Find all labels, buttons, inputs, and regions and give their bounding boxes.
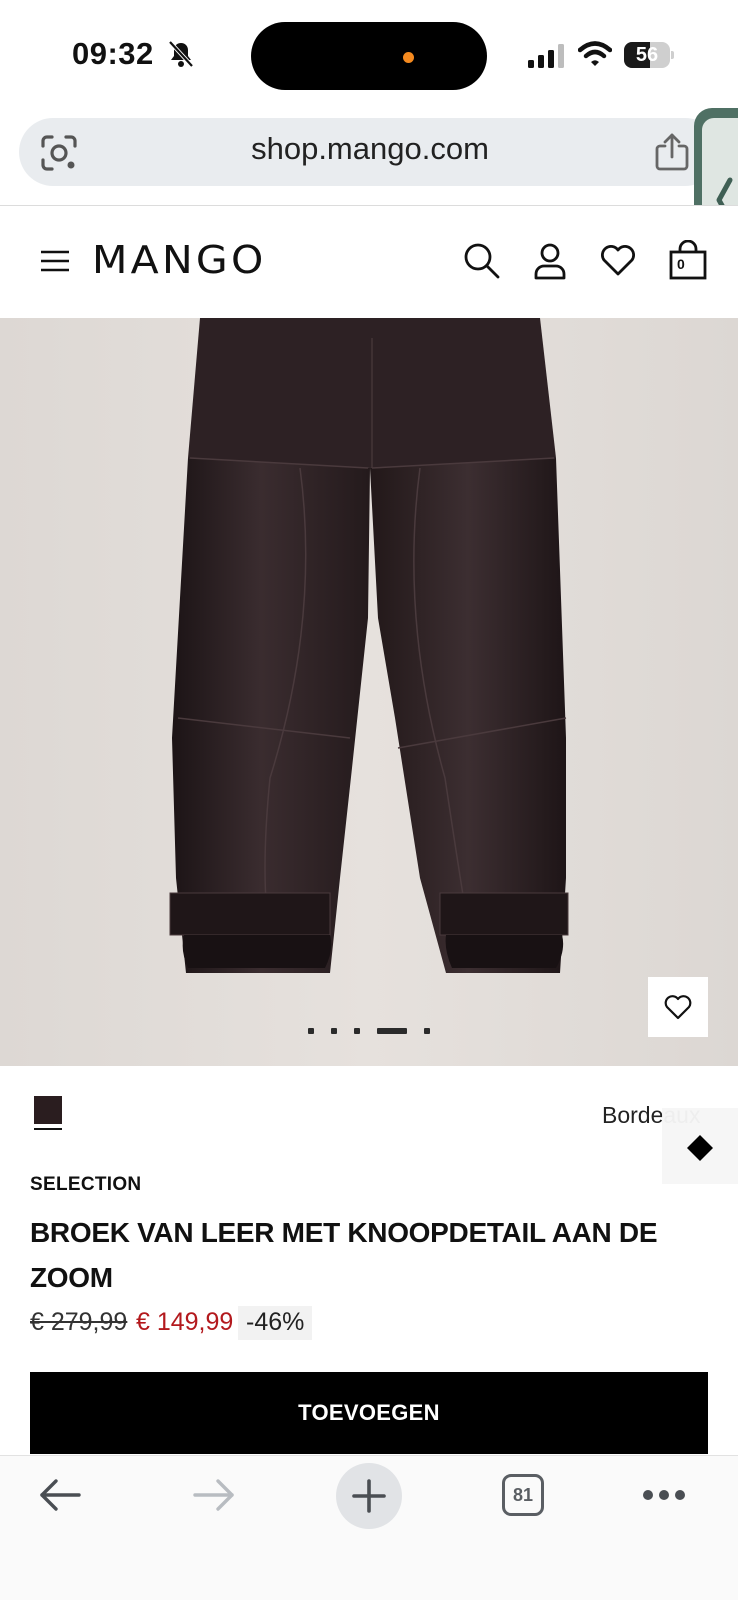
signal-icon xyxy=(528,44,564,68)
lens-icon[interactable] xyxy=(40,134,78,172)
product-title: BROEK VAN LEER MET KNOOPDETAIL AAN DE ZO… xyxy=(30,1217,658,1293)
product-line: SELECTION xyxy=(30,1174,142,1195)
bell-slash-icon xyxy=(168,40,194,68)
product-image[interactable] xyxy=(0,318,738,1066)
dynamic-island xyxy=(251,22,487,90)
carousel-dot[interactable] xyxy=(308,1028,314,1034)
heart-icon[interactable] xyxy=(599,243,637,277)
carousel-dot[interactable] xyxy=(424,1028,430,1034)
carousel-dot[interactable] xyxy=(331,1028,337,1034)
battery-icon: 56 xyxy=(624,42,674,68)
wifi-icon xyxy=(578,41,612,66)
search-icon[interactable] xyxy=(463,242,501,280)
share-icon[interactable] xyxy=(654,132,690,172)
more-icon[interactable] xyxy=(642,1488,686,1502)
swatch-selected-underline xyxy=(34,1128,62,1130)
floating-widget-button[interactable] xyxy=(662,1108,738,1184)
url-text[interactable]: shop.mango.com xyxy=(150,131,590,167)
account-icon[interactable] xyxy=(533,242,567,280)
bag-icon[interactable] xyxy=(668,240,708,280)
carousel-dot[interactable] xyxy=(354,1028,360,1034)
carousel-dot[interactable] xyxy=(377,1028,407,1034)
heart-icon xyxy=(664,995,692,1020)
new-tab-button[interactable] xyxy=(336,1463,402,1529)
discount-badge: -46% xyxy=(238,1306,313,1340)
plus-icon xyxy=(352,1479,386,1513)
battery-level: 56 xyxy=(635,44,659,66)
add-to-bag-button[interactable]: TOEVOEGEN xyxy=(30,1372,708,1454)
sale-price: € 149,99 xyxy=(136,1308,234,1336)
original-price: € 279,99 xyxy=(30,1308,128,1336)
wishlist-button[interactable] xyxy=(648,977,708,1037)
tabs-icon[interactable]: 81 xyxy=(502,1474,544,1516)
arrow-left-icon[interactable] xyxy=(38,1477,82,1513)
arrow-right-icon[interactable] xyxy=(192,1477,236,1513)
product-photo-trousers xyxy=(169,318,569,973)
site-logo[interactable]: MANGO xyxy=(92,238,267,282)
privacy-indicator-dot xyxy=(403,52,414,63)
diamond-icon xyxy=(687,1135,713,1161)
menu-icon[interactable] xyxy=(40,249,70,273)
color-swatch[interactable] xyxy=(34,1096,62,1124)
bag-count: 0 xyxy=(677,256,685,272)
status-time: 09:32 xyxy=(72,36,154,71)
status-bar: 09:32 56 xyxy=(0,0,738,110)
tab-count: 81 xyxy=(512,1485,534,1505)
